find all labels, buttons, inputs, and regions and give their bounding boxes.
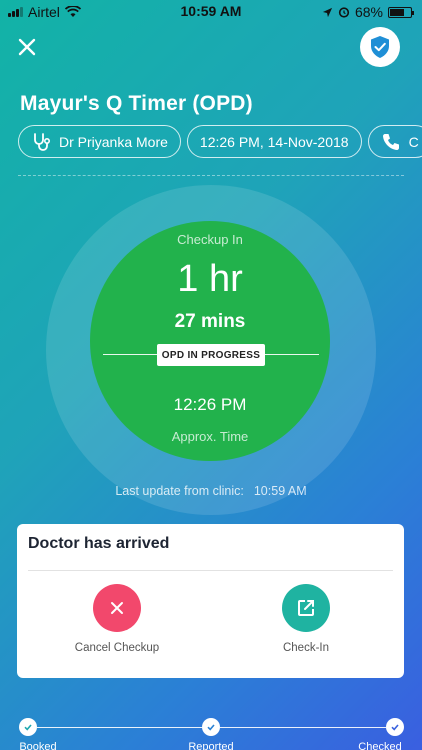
page-title: Mayur's Q Timer (OPD) bbox=[20, 92, 253, 115]
check-in-label: Check-In bbox=[282, 642, 330, 654]
check-in-circle bbox=[282, 584, 330, 632]
last-update-label: Last update from clinic: bbox=[115, 484, 244, 498]
shield-button[interactable] bbox=[360, 27, 400, 67]
step-booked-check-icon bbox=[19, 718, 37, 736]
location-arrow-icon bbox=[322, 7, 333, 17]
doctor-name: Dr Priyanka More bbox=[59, 133, 168, 150]
battery-percent: 68% bbox=[354, 4, 383, 20]
call-chip[interactable]: C bbox=[367, 125, 422, 158]
approx-time: 12:26 PM bbox=[173, 395, 247, 414]
alarm-icon bbox=[338, 7, 350, 18]
timer-circle bbox=[90, 221, 330, 461]
step-connector bbox=[37, 727, 202, 728]
card-title: Doctor has arrived bbox=[28, 535, 170, 552]
cancel-checkup-button[interactable]: Cancel Checkup bbox=[47, 584, 187, 654]
close-button[interactable] bbox=[14, 34, 40, 60]
status-badge: OPD IN PROGRESS bbox=[157, 344, 265, 366]
checkup-in-label: Checkup In bbox=[177, 232, 243, 247]
dashed-divider bbox=[18, 175, 404, 176]
info-chips: Dr Priyanka More 12:26 PM, 14-Nov-2018 C bbox=[18, 125, 422, 159]
battery-icon bbox=[388, 6, 414, 18]
appointment-time-chip[interactable]: 12:26 PM, 14-Nov-2018 bbox=[186, 125, 362, 158]
step-booked-label: Booked bbox=[19, 741, 57, 750]
step-reported-check-icon bbox=[202, 718, 220, 736]
step-checked-check-icon bbox=[386, 718, 404, 736]
status-right: 68% bbox=[322, 4, 414, 20]
status-bar: Airtel 10:59 AM 68% bbox=[0, 0, 422, 24]
check-in-button[interactable]: Check-In bbox=[236, 584, 376, 654]
stethoscope-icon bbox=[34, 132, 51, 151]
step-connector bbox=[220, 727, 386, 728]
approx-time-label: Approx. Time bbox=[171, 429, 249, 444]
shield-check-icon bbox=[371, 36, 389, 58]
last-update: Last update from clinic: 10:59 AM bbox=[0, 484, 422, 498]
close-icon bbox=[111, 602, 123, 614]
doctor-chip[interactable]: Dr Priyanka More bbox=[18, 125, 181, 158]
cancel-circle bbox=[93, 584, 141, 632]
progress-steps: Booked Reported Checked bbox=[0, 710, 422, 750]
appointment-time: 12:26 PM, 14-Nov-2018 bbox=[199, 133, 349, 150]
timer-hours: 1 hr bbox=[177, 258, 243, 300]
doctor-arrived-card: Doctor has arrived Cancel Checkup Check-… bbox=[17, 524, 404, 678]
call-label: C bbox=[408, 133, 419, 150]
phone-icon bbox=[382, 133, 399, 150]
step-reported-label: Reported bbox=[188, 741, 234, 750]
timer-mins: 27 mins bbox=[174, 311, 246, 332]
step-checked-label: Checked bbox=[358, 741, 402, 750]
last-update-time: 10:59 AM bbox=[253, 484, 307, 498]
close-icon bbox=[18, 38, 36, 56]
card-divider bbox=[28, 570, 393, 571]
external-link-icon bbox=[298, 600, 314, 616]
cancel-checkup-label: Cancel Checkup bbox=[74, 642, 160, 654]
